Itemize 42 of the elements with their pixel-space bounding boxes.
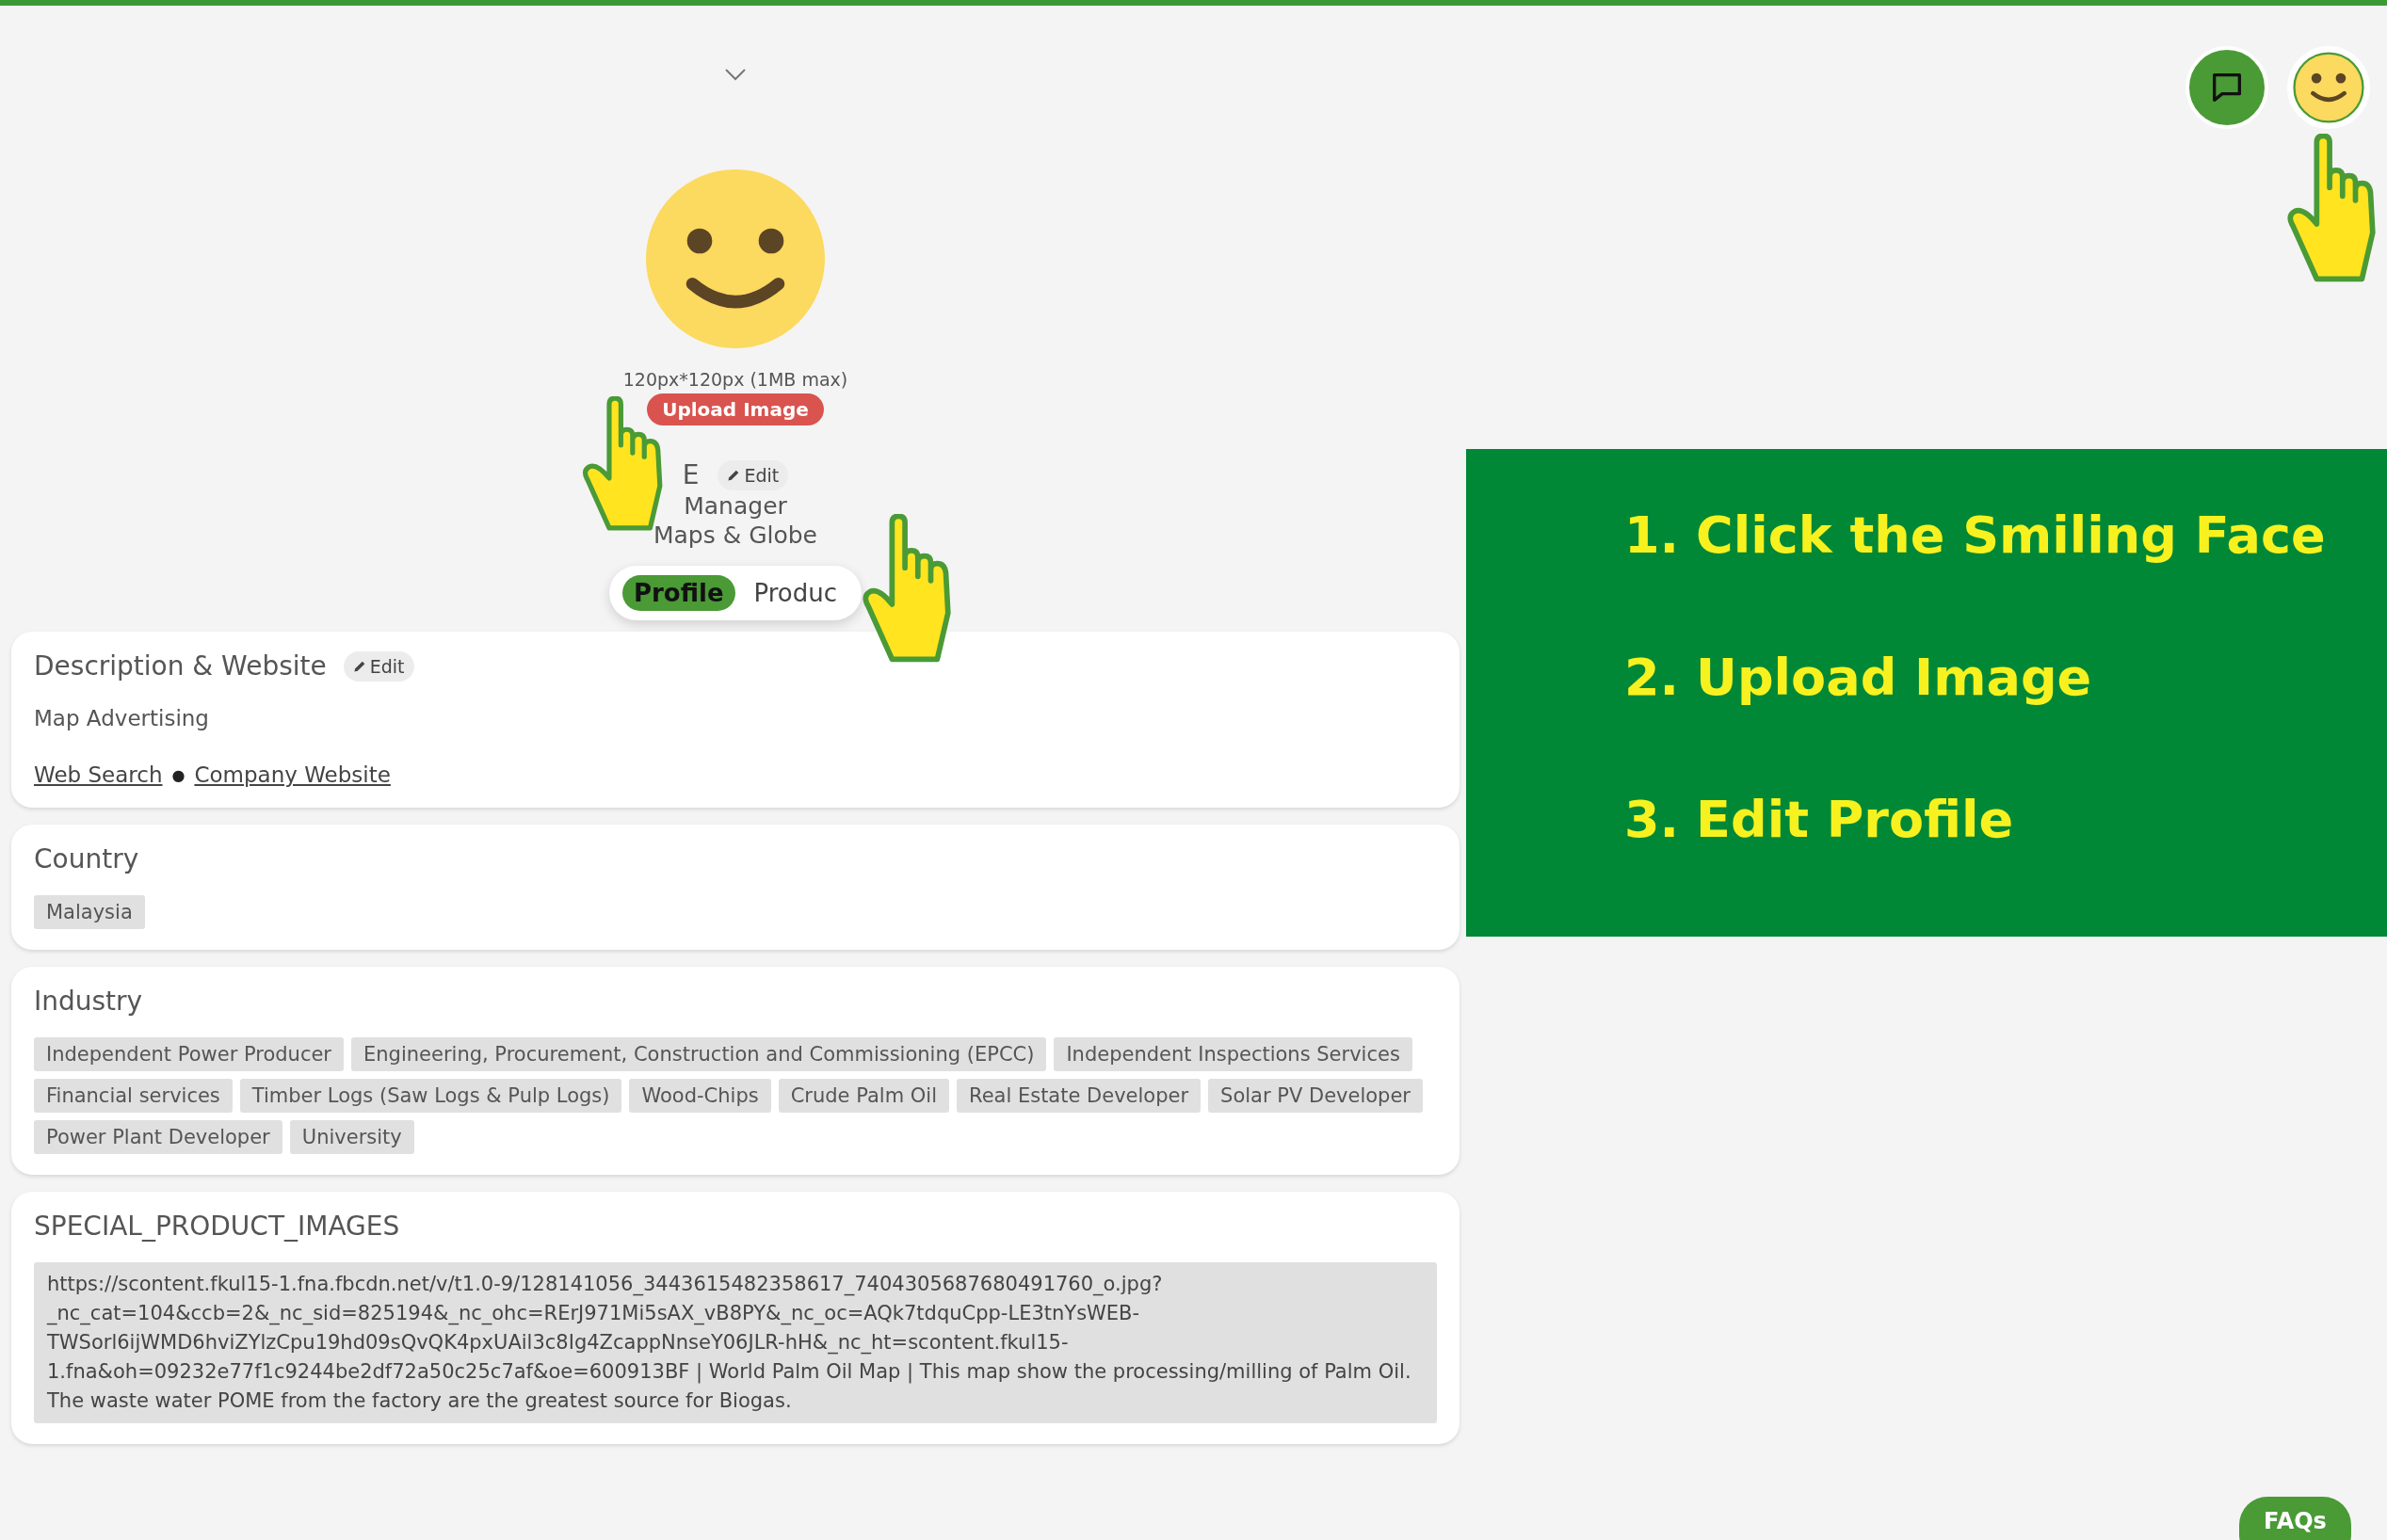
tag: University [289,1120,414,1154]
step-text: Upload Image [1696,648,2092,707]
link[interactable]: Web Search [34,762,163,787]
chevron-down-icon[interactable] [724,68,747,81]
link[interactable]: Company Website [194,762,391,787]
step-text: Click the Smiling Face [1696,505,2326,565]
tag: Independent Inspections Services [1054,1037,1412,1071]
upload-image-button[interactable]: Upload Image [647,393,824,425]
section-title: Country [34,843,140,874]
tab[interactable]: Profile [621,575,735,611]
tag: Wood-Chips [629,1079,771,1113]
tag: Engineering, Procurement, Construction and Commissioning (EPCC) [351,1037,1047,1071]
pencil-icon [727,468,741,482]
section-title: SPECIAL_PRODUCT_IMAGES [34,1211,401,1242]
company-name: Maps & Globe [653,521,817,549]
tag: Power Plant Developer [34,1120,282,1154]
tag: Timber Logs (Saw Logs & Pulp Logs) [239,1079,622,1113]
edit-button[interactable]: Edit [343,650,414,682]
step-number: 2. [1624,648,1680,707]
faqs-button[interactable]: FAQs [2239,1497,2351,1540]
tag: Real Estate Developer [957,1079,1202,1113]
section-title: Description & Website [34,650,327,682]
pencil-icon [352,659,366,673]
image-size-hint: 120px*120px (1MB max) [622,369,848,390]
description-text: Map Advertising [34,706,210,730]
profile-name: E [682,459,700,490]
smiley-icon [2293,52,2364,123]
separator-dot: ● [171,765,185,784]
step-number: 3. [1624,790,1680,849]
step-number: 1. [1624,505,1680,565]
tag: Independent Power Producer [34,1037,344,1071]
step-text: Edit Profile [1696,790,2014,849]
tag: Malaysia [34,895,145,929]
profile-role: Manager [684,492,787,520]
tag: Crude Palm Oil [778,1079,949,1113]
image-url-text: https://scontent.fkul15-1.fna.fbcdn.net/v/t1.0-9/128141056_3443615482358617_7404305687680491760_o.jpg?_nc_cat=104&ccb=2&_nc_sid=825194&_nc_ohc=RErJ971Mi5sAX_vB8PY&_nc_oc=AQk7tdquCpp-LE3tnYsWEB-TWSorl6ijWMD6hviZYlzCpu19hd09sQvQK4pxUAil3c8Ig4ZcappNnseY06JLR-hH&_nc_ht=scontent.fkul15-1.fna&oh=09232e77f1c9244be2df72a50c25c7af&oe=600913BF | World Palm Oil Map | This map show the processing/milling of Palm Oil. The waste water POME from the factory are the greatest source for Biogas. [34,1262,1437,1423]
tab[interactable]: Produc [742,575,849,611]
tag: Financial services [34,1079,233,1113]
edit-button[interactable]: Edit [718,459,789,490]
smiley-avatar-icon[interactable] [646,169,825,348]
tag: Solar PV Developer [1208,1079,1423,1113]
section-title: Industry [34,986,144,1017]
